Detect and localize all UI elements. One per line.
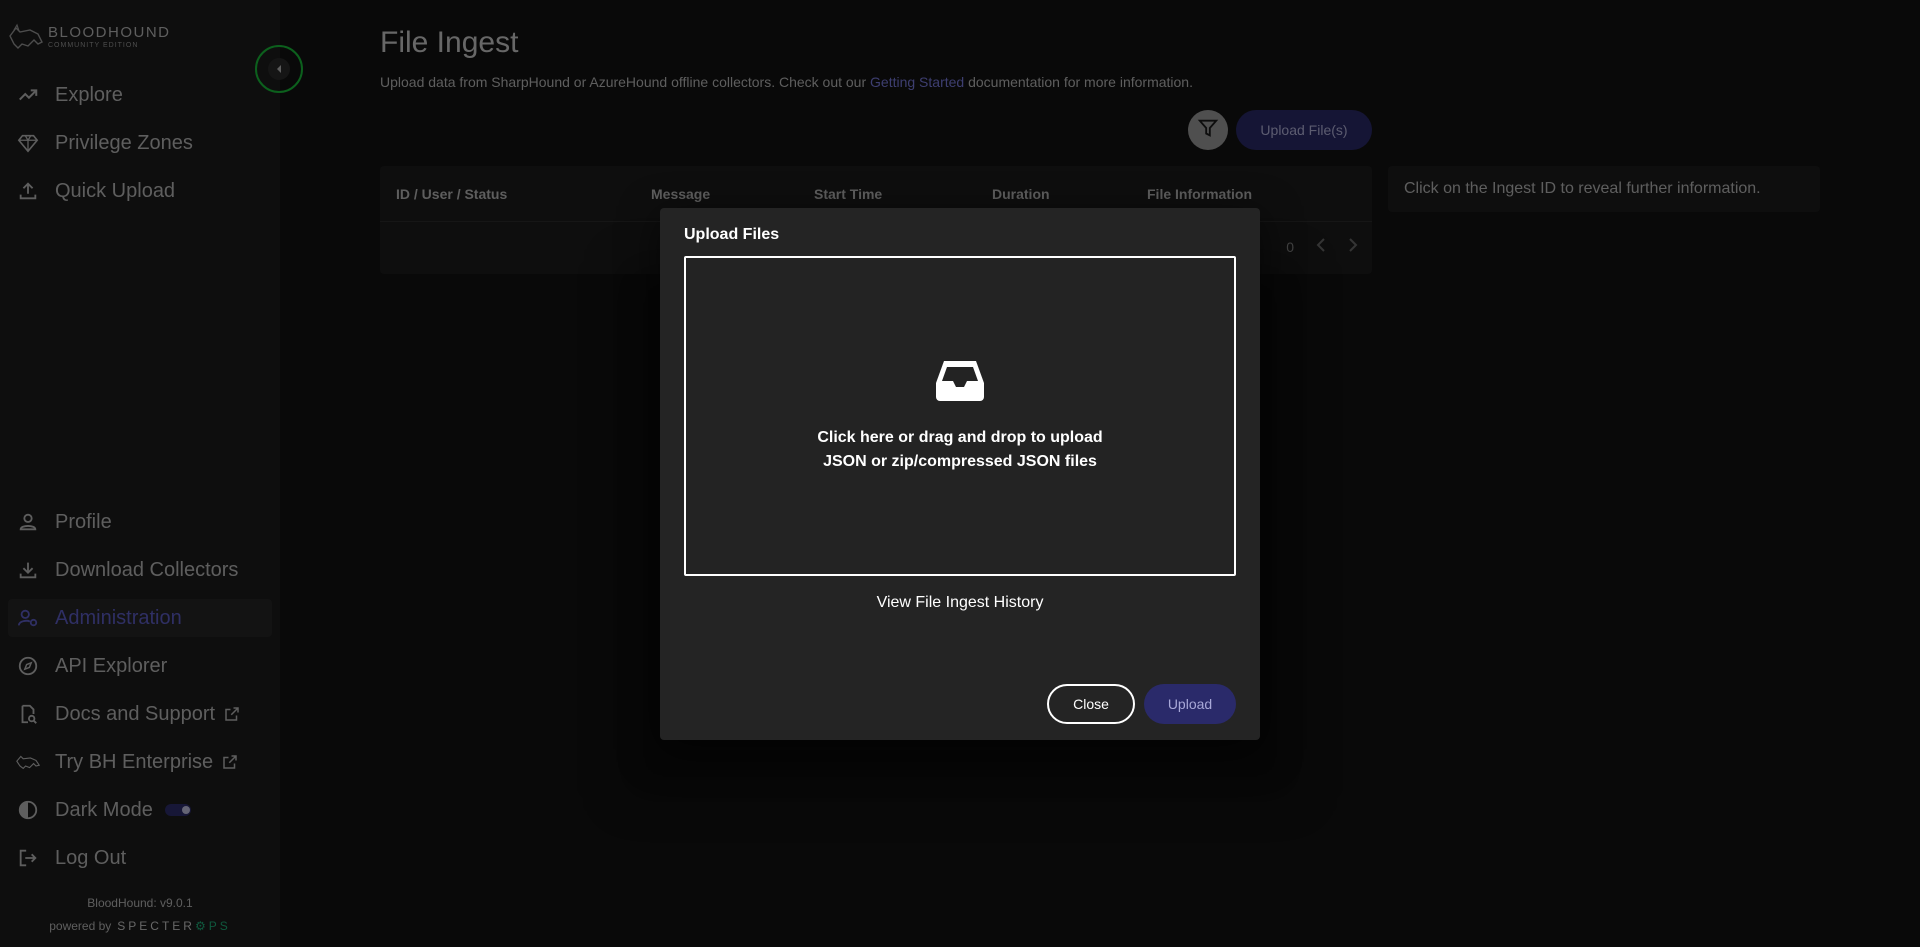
- close-button[interactable]: Close: [1047, 684, 1135, 724]
- upload-files-dialog: Upload Files Click here or drag and drop…: [660, 208, 1260, 740]
- dropzone-line-2: JSON or zip/compressed JSON files: [823, 452, 1097, 470]
- dialog-title: Upload Files: [684, 226, 780, 243]
- view-file-ingest-history-link[interactable]: View File Ingest History: [660, 594, 1260, 612]
- file-dropzone[interactable]: Click here or drag and drop to upload JS…: [684, 256, 1236, 576]
- dropzone-line-1: Click here or drag and drop to upload: [817, 428, 1103, 446]
- inbox-icon: [934, 359, 986, 408]
- upload-button[interactable]: Upload: [1144, 684, 1236, 724]
